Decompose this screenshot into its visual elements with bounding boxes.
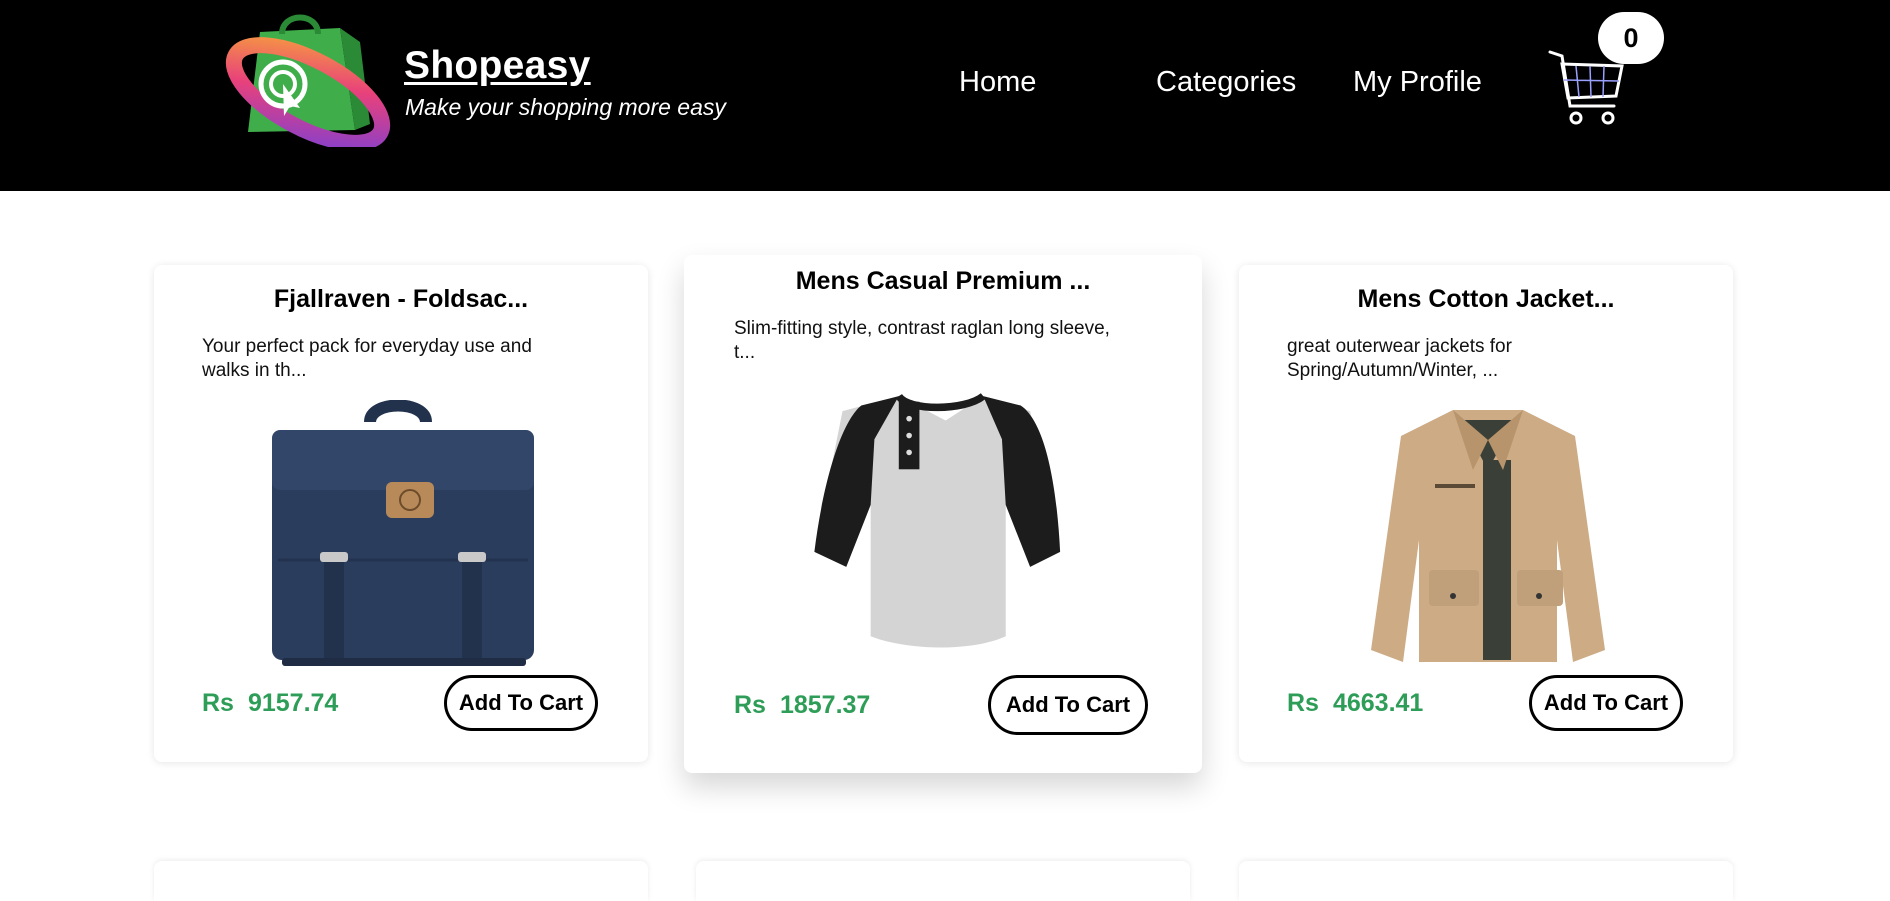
product-card xyxy=(1239,861,1733,901)
product-title[interactable]: Mens Cotton Jacket... xyxy=(1239,285,1733,314)
product-description: Slim-fitting style, contrast raglan long… xyxy=(734,318,1110,363)
product-price: Rs 4663.41 xyxy=(1287,689,1423,718)
product-price: Rs 1857.37 xyxy=(734,691,870,720)
nav-my-profile[interactable]: My Profile xyxy=(1353,66,1482,99)
raglan-tshirt-image[interactable] xyxy=(796,383,1086,655)
add-to-cart-button[interactable]: Add To Cart xyxy=(988,675,1148,735)
product-description: Your perfect pack for everyday use and w… xyxy=(202,336,532,381)
price-value: 1857.37 xyxy=(779,691,871,719)
product-price: Rs 9157.74 xyxy=(202,689,338,718)
product-grid: Fjallraven - Foldsac... Your perfect pac… xyxy=(0,191,1890,901)
product-description: great outerwear jackets for Spring/Autum… xyxy=(1287,336,1512,381)
price-value: 4663.41 xyxy=(1332,689,1424,717)
brand-tagline: Make your shopping more easy xyxy=(405,94,726,120)
product-card xyxy=(696,861,1190,901)
cotton-jacket-image[interactable] xyxy=(1343,400,1633,672)
product-title[interactable]: Fjallraven - Foldsac... xyxy=(154,285,648,314)
product-card: Mens Cotton Jacket... great outerwear ja… xyxy=(1239,265,1733,762)
site-header: Shopeasy Make your shopping more easy Ho… xyxy=(0,0,1890,191)
brand-name[interactable]: Shopeasy xyxy=(404,44,591,88)
cart-count-badge: 0 xyxy=(1598,12,1664,64)
price-currency: Rs xyxy=(202,689,234,717)
price-currency: Rs xyxy=(1287,689,1319,717)
add-to-cart-button[interactable]: Add To Cart xyxy=(444,675,598,731)
product-card: Mens Casual Premium ... Slim-fitting sty… xyxy=(684,255,1202,773)
backpack-image[interactable] xyxy=(258,400,548,672)
product-title[interactable]: Mens Casual Premium ... xyxy=(684,267,1202,296)
price-currency: Rs xyxy=(734,691,766,719)
nav-categories[interactable]: Categories xyxy=(1156,66,1296,99)
product-card xyxy=(154,861,648,901)
product-card: Fjallraven - Foldsac... Your perfect pac… xyxy=(154,265,648,762)
cart-button[interactable]: 0 xyxy=(1546,12,1666,125)
shopeasy-logo[interactable] xyxy=(220,12,395,147)
price-value: 9157.74 xyxy=(247,689,339,717)
nav-home[interactable]: Home xyxy=(959,66,1036,99)
add-to-cart-button[interactable]: Add To Cart xyxy=(1529,675,1683,731)
